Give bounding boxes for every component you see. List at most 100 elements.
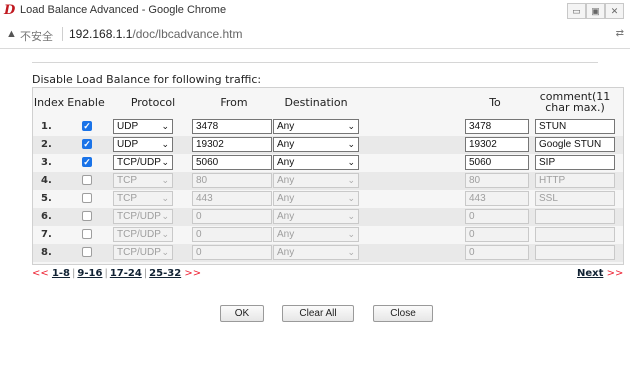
url-path: /doc/lbcadvance.htm	[132, 27, 243, 41]
destination-value: Any	[277, 247, 295, 258]
chevron-down-icon: ⌄	[347, 211, 355, 221]
table-row: 5. TCP ⌄ 443 Any ⌄ 443 SSL	[33, 190, 623, 208]
insecure-label[interactable]: 不安全	[20, 28, 53, 44]
table-row: 7. TCP/UDP ⌄ 0 Any ⌄ 0	[33, 226, 623, 244]
chevron-down-icon: ⌄	[161, 175, 169, 185]
to-port-input[interactable]: 443	[465, 191, 529, 206]
from-port-input[interactable]: 443	[192, 191, 272, 206]
enable-checkbox[interactable]	[82, 193, 92, 203]
header-to: To	[489, 95, 501, 109]
enable-checkbox[interactable]	[82, 175, 92, 185]
enable-checkbox[interactable]: ✓	[82, 121, 92, 131]
clear-all-button[interactable]: Clear All	[282, 305, 354, 322]
to-port-input[interactable]: 80	[465, 173, 529, 188]
comment-input[interactable]	[535, 245, 615, 260]
next-label[interactable]: Next	[577, 268, 603, 279]
section-title: Disable Load Balance for following traff…	[32, 73, 262, 86]
minimize-button[interactable]: ▭	[567, 3, 586, 19]
protocol-value: TCP/UDP	[117, 157, 161, 168]
header-comment: comment(11 char max.)	[539, 90, 611, 114]
chevron-down-icon: ⌄	[347, 229, 355, 239]
close-window-button[interactable]: ✕	[605, 3, 624, 19]
destination-select[interactable]: Any ⌄	[273, 245, 359, 260]
table-row: 2. ✓ UDP ⌄ 19302 Any ⌄ 19302 Google STUN	[33, 136, 623, 154]
page-link-9-16[interactable]: 9-16	[77, 268, 102, 279]
page-link-17-24[interactable]: 17-24	[110, 268, 142, 279]
translate-icon[interactable]: ⇄	[616, 28, 624, 39]
to-port-input[interactable]: 0	[465, 227, 529, 242]
protocol-select[interactable]: TCP/UDP ⌄	[113, 209, 173, 224]
address-divider	[62, 27, 63, 41]
destination-select[interactable]: Any ⌄	[273, 209, 359, 224]
to-port-input[interactable]: 0	[465, 209, 529, 224]
from-port-input[interactable]: 80	[192, 173, 272, 188]
enable-checkbox[interactable]	[82, 247, 92, 257]
header-index: Index	[33, 95, 65, 109]
header-protocol: Protocol	[130, 95, 176, 109]
destination-select[interactable]: Any ⌄	[273, 191, 359, 206]
comment-input[interactable]	[535, 209, 615, 224]
page-link-25-32[interactable]: 25-32	[149, 268, 181, 279]
window-title: Load Balance Advanced - Google Chrome	[20, 4, 227, 16]
next-pages-arrow[interactable]: >>	[184, 268, 201, 279]
ok-button[interactable]: OK	[220, 305, 264, 322]
destination-select[interactable]: Any ⌄	[273, 137, 359, 152]
protocol-select[interactable]: TCP/UDP ⌄	[113, 227, 173, 242]
warning-icon[interactable]: ▲	[6, 28, 17, 40]
from-port-input[interactable]: 0	[192, 209, 272, 224]
url-text[interactable]: 192.168.1.1/doc/lbcadvance.htm	[69, 27, 242, 41]
protocol-select[interactable]: UDP ⌄	[113, 137, 173, 152]
protocol-select[interactable]: UDP ⌄	[113, 119, 173, 134]
comment-input[interactable]	[535, 227, 615, 242]
address-bar[interactable]: ▲ 不安全 192.168.1.1/doc/lbcadvance.htm ⇄	[0, 22, 630, 49]
comment-input[interactable]: SIP	[535, 155, 615, 170]
next-arrow[interactable]: >>	[607, 268, 624, 279]
enable-checkbox[interactable]	[82, 211, 92, 221]
maximize-button[interactable]: ▣	[586, 3, 605, 19]
to-port-input[interactable]: 0	[465, 245, 529, 260]
enable-checkbox[interactable]: ✓	[82, 157, 92, 167]
destination-select[interactable]: Any ⌄	[273, 173, 359, 188]
comment-input[interactable]: HTTP	[535, 173, 615, 188]
row-index: 2.	[41, 139, 52, 150]
table-row: 1. ✓ UDP ⌄ 3478 Any ⌄ 3478 STUN	[33, 118, 623, 136]
chevron-down-icon: ⌄	[347, 175, 355, 185]
header-destination: Destination	[284, 95, 348, 109]
protocol-select[interactable]: TCP/UDP ⌄	[113, 155, 173, 170]
comment-input[interactable]: Google STUN	[535, 137, 615, 152]
destination-select[interactable]: Any ⌄	[273, 119, 359, 134]
to-port-input[interactable]: 19302	[465, 137, 529, 152]
destination-select[interactable]: Any ⌄	[273, 227, 359, 242]
header-from: From	[220, 95, 248, 109]
from-port-input[interactable]: 0	[192, 227, 272, 242]
enable-checkbox[interactable]	[82, 229, 92, 239]
protocol-select[interactable]: TCP/UDP ⌄	[113, 245, 173, 260]
row-index: 8.	[41, 247, 52, 258]
table-row: 8. TCP/UDP ⌄ 0 Any ⌄ 0	[33, 244, 623, 262]
protocol-select[interactable]: TCP ⌄	[113, 173, 173, 188]
close-button[interactable]: Close	[373, 305, 433, 322]
chevron-down-icon: ⌄	[161, 211, 169, 221]
prev-arrow[interactable]: <<	[32, 268, 49, 279]
destination-value: Any	[277, 229, 295, 240]
chevron-down-icon: ⌄	[161, 193, 169, 203]
from-port-input[interactable]: 5060	[192, 155, 272, 170]
protocol-select[interactable]: TCP ⌄	[113, 191, 173, 206]
to-port-input[interactable]: 5060	[465, 155, 529, 170]
destination-select[interactable]: Any ⌄	[273, 155, 359, 170]
destination-value: Any	[277, 175, 295, 186]
to-port-input[interactable]: 3478	[465, 119, 529, 134]
chevron-down-icon: ⌄	[161, 247, 169, 257]
from-port-input[interactable]: 3478	[192, 119, 272, 134]
chevron-down-icon: ⌄	[161, 229, 169, 239]
enable-checkbox[interactable]: ✓	[82, 139, 92, 149]
next-link[interactable]: Next >>	[577, 268, 623, 279]
comment-input[interactable]: SSL	[535, 191, 615, 206]
row-index: 4.	[41, 175, 52, 186]
protocol-value: UDP	[117, 139, 139, 150]
from-port-input[interactable]: 0	[192, 245, 272, 260]
comment-input[interactable]: STUN	[535, 119, 615, 134]
protocol-value: TCP	[117, 193, 137, 204]
page-link-1-8[interactable]: 1-8	[52, 268, 70, 279]
from-port-input[interactable]: 19302	[192, 137, 272, 152]
